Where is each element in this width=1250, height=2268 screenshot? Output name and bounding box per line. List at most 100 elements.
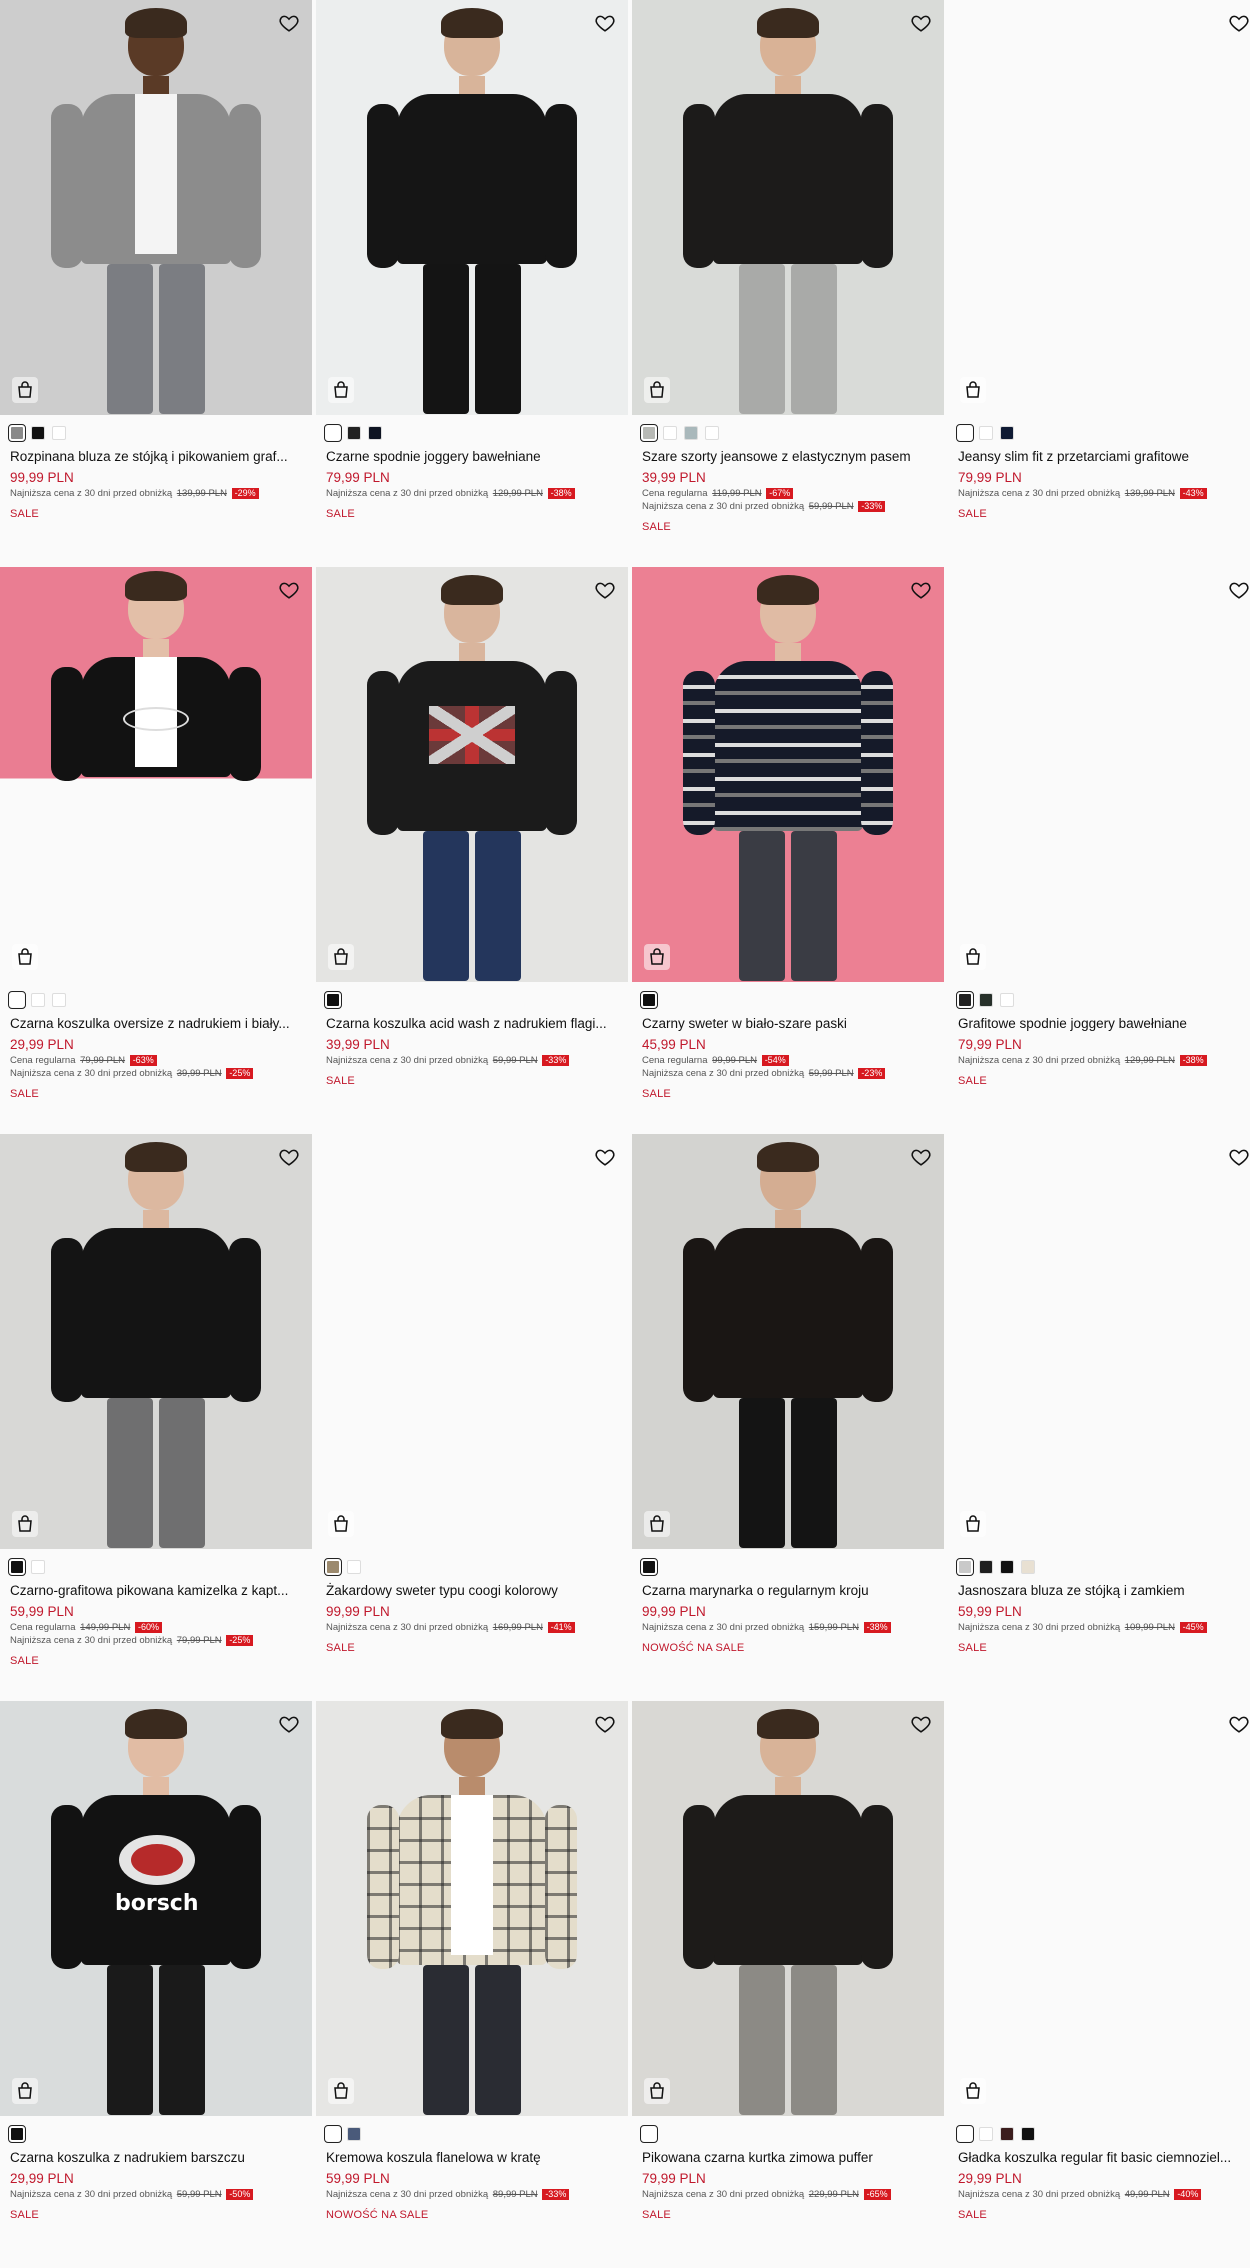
color-swatch[interactable]: [979, 1560, 993, 1574]
color-swatch[interactable]: [979, 993, 993, 1007]
color-swatch[interactable]: [31, 993, 45, 1007]
product-card[interactable]: Pikowana czarna kurtka zimowa puffer 79,9…: [632, 1701, 944, 2268]
product-name[interactable]: Czarno-grafitowa pikowana kamizelka z ka…: [10, 1582, 302, 1600]
product-name[interactable]: Czarny sweter w biało-szare paski: [642, 1015, 934, 1033]
product-image[interactable]: [948, 1134, 1250, 1549]
color-swatch[interactable]: [52, 426, 66, 440]
heart-outline-icon[interactable]: [594, 1146, 616, 1168]
heart-outline-icon[interactable]: [910, 1713, 932, 1735]
color-swatch[interactable]: [684, 426, 698, 440]
color-swatch[interactable]: [640, 1558, 658, 1576]
product-name[interactable]: Czarne spodnie joggery bawełniane: [326, 448, 618, 466]
color-swatch[interactable]: [31, 1560, 45, 1574]
product-card[interactable]: Żakardowy sweter typu coogi kolorowy 99,9…: [316, 1134, 628, 1701]
heart-outline-icon[interactable]: [1228, 1713, 1250, 1735]
product-card[interactable]: Jasnoszara bluza ze stójką i zamkiem 59,9…: [948, 1134, 1250, 1701]
shopping-bag-icon[interactable]: [960, 2078, 986, 2104]
shopping-bag-icon[interactable]: [960, 944, 986, 970]
product-image[interactable]: [0, 0, 312, 415]
product-image[interactable]: [632, 0, 944, 415]
shopping-bag-icon[interactable]: [960, 1511, 986, 1537]
color-swatch[interactable]: [640, 991, 658, 1009]
product-name[interactable]: Czarna koszulka z nadrukiem barszczu: [10, 2149, 302, 2167]
product-card[interactable]: Rozpinana bluza ze stójką i pikowaniem g…: [0, 0, 312, 567]
product-image[interactable]: [316, 1134, 628, 1549]
product-image[interactable]: [0, 567, 312, 982]
product-image[interactable]: [316, 0, 628, 415]
shopping-bag-icon[interactable]: [328, 2078, 354, 2104]
product-card[interactable]: borsch Czarna koszulka z nadrukiem barszc…: [0, 1701, 312, 2268]
color-swatch[interactable]: [52, 993, 66, 1007]
heart-outline-icon[interactable]: [278, 579, 300, 601]
product-image[interactable]: [0, 1134, 312, 1549]
heart-outline-icon[interactable]: [594, 579, 616, 601]
shopping-bag-icon[interactable]: [12, 377, 38, 403]
product-card[interactable]: Czarno-grafitowa pikowana kamizelka z ka…: [0, 1134, 312, 1701]
product-image[interactable]: [948, 1701, 1250, 2116]
product-card[interactable]: Gładka koszulka regular fit basic ciemno…: [948, 1701, 1250, 2268]
shopping-bag-icon[interactable]: [12, 944, 38, 970]
product-image[interactable]: [316, 567, 628, 982]
color-swatch[interactable]: [705, 426, 719, 440]
heart-outline-icon[interactable]: [1228, 12, 1250, 34]
color-swatch[interactable]: [640, 2125, 658, 2143]
product-name[interactable]: Gładka koszulka regular fit basic ciemno…: [958, 2149, 1250, 2167]
product-image[interactable]: [316, 1701, 628, 2116]
heart-outline-icon[interactable]: [1228, 1146, 1250, 1168]
color-swatch[interactable]: [1021, 2127, 1035, 2141]
product-image[interactable]: [948, 567, 1250, 982]
color-swatch[interactable]: [8, 2125, 26, 2143]
color-swatch[interactable]: [347, 2127, 361, 2141]
color-swatch[interactable]: [979, 2127, 993, 2141]
color-swatch[interactable]: [8, 991, 26, 1009]
product-name[interactable]: Czarna koszulka acid wash z nadrukiem fl…: [326, 1015, 618, 1033]
product-card[interactable]: Czarna koszulka oversize z nadrukiem i b…: [0, 567, 312, 1134]
color-swatch[interactable]: [324, 1558, 342, 1576]
product-name[interactable]: Czarna marynarka o regularnym kroju: [642, 1582, 934, 1600]
shopping-bag-icon[interactable]: [328, 377, 354, 403]
heart-outline-icon[interactable]: [278, 12, 300, 34]
product-card[interactable]: Czarna marynarka o regularnym kroju 99,99…: [632, 1134, 944, 1701]
shopping-bag-icon[interactable]: [960, 377, 986, 403]
product-name[interactable]: Rozpinana bluza ze stójką i pikowaniem g…: [10, 448, 302, 466]
heart-outline-icon[interactable]: [910, 579, 932, 601]
color-swatch[interactable]: [956, 991, 974, 1009]
heart-outline-icon[interactable]: [1228, 579, 1250, 601]
color-swatch[interactable]: [640, 424, 658, 442]
product-name[interactable]: Grafitowe spodnie joggery bawełniane: [958, 1015, 1250, 1033]
heart-outline-icon[interactable]: [278, 1146, 300, 1168]
product-name[interactable]: Pikowana czarna kurtka zimowa puffer: [642, 2149, 934, 2167]
color-swatch[interactable]: [956, 424, 974, 442]
product-name[interactable]: Szare szorty jeansowe z elastycznym pase…: [642, 448, 934, 466]
product-card[interactable]: Czarny sweter w biało-szare paski 45,99 P…: [632, 567, 944, 1134]
color-swatch[interactable]: [1000, 993, 1014, 1007]
product-name[interactable]: Żakardowy sweter typu coogi kolorowy: [326, 1582, 618, 1600]
color-swatch[interactable]: [8, 424, 26, 442]
product-name[interactable]: Jasnoszara bluza ze stójką i zamkiem: [958, 1582, 1250, 1600]
heart-outline-icon[interactable]: [594, 1713, 616, 1735]
color-swatch[interactable]: [979, 426, 993, 440]
heart-outline-icon[interactable]: [594, 12, 616, 34]
shopping-bag-icon[interactable]: [328, 944, 354, 970]
product-name[interactable]: Jeansy slim fit z przetarciami grafitowe: [958, 448, 1250, 466]
shopping-bag-icon[interactable]: [328, 1511, 354, 1537]
product-image[interactable]: [948, 0, 1250, 415]
product-name[interactable]: Czarna koszulka oversize z nadrukiem i b…: [10, 1015, 302, 1033]
color-swatch[interactable]: [956, 1558, 974, 1576]
color-swatch[interactable]: [1000, 1560, 1014, 1574]
shopping-bag-icon[interactable]: [644, 944, 670, 970]
product-name[interactable]: Kremowa koszula flanelowa w kratę: [326, 2149, 618, 2167]
product-image[interactable]: borsch: [0, 1701, 312, 2116]
color-swatch[interactable]: [1021, 1560, 1035, 1574]
product-card[interactable]: Grafitowe spodnie joggery bawełniane 79,9…: [948, 567, 1250, 1134]
heart-outline-icon[interactable]: [278, 1713, 300, 1735]
product-image[interactable]: [632, 567, 944, 982]
product-card[interactable]: Jeansy slim fit z przetarciami grafitowe…: [948, 0, 1250, 567]
shopping-bag-icon[interactable]: [644, 377, 670, 403]
product-image[interactable]: [632, 1134, 944, 1549]
color-swatch[interactable]: [368, 426, 382, 440]
color-swatch[interactable]: [347, 426, 361, 440]
color-swatch[interactable]: [347, 1560, 361, 1574]
product-card[interactable]: Szare szorty jeansowe z elastycznym pase…: [632, 0, 944, 567]
color-swatch[interactable]: [1000, 426, 1014, 440]
